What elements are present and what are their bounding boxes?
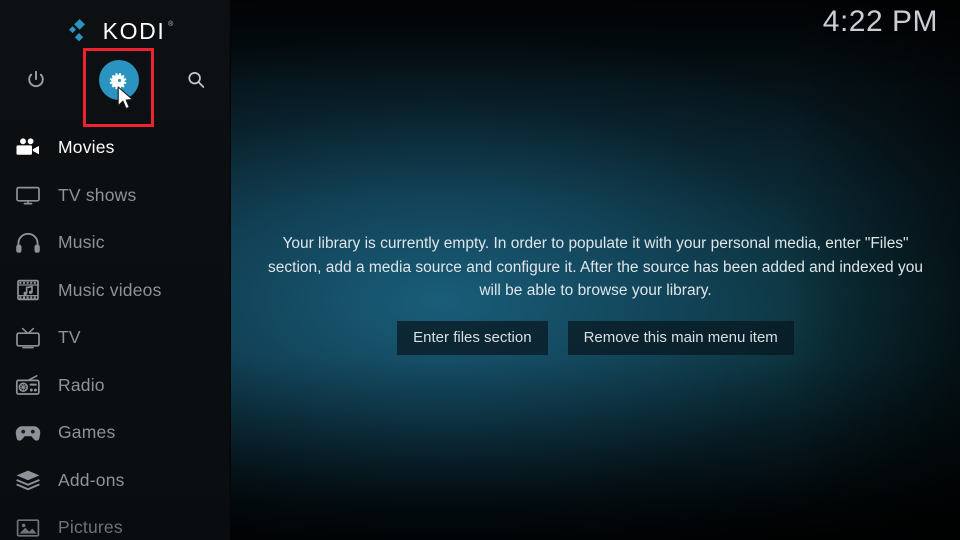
gamepad-icon: [8, 418, 48, 448]
enter-files-section-button[interactable]: Enter files section: [397, 320, 548, 355]
remove-main-menu-item-button[interactable]: Remove this main menu item: [567, 320, 794, 355]
empty-library-message: Your library is currently empty. In orde…: [268, 235, 923, 299]
film-music-icon: [8, 275, 48, 305]
empty-library-actions: Enter files section Remove this main men…: [397, 320, 794, 355]
search-button[interactable]: [172, 56, 220, 104]
sidebar-item-games[interactable]: Games: [0, 409, 231, 457]
kodi-home-screen: KODI ® Movies TV shows Music Music video…: [0, 0, 960, 540]
sidebar-item-label: Music videos: [58, 279, 162, 300]
sidebar-item-tv-shows[interactable]: TV shows: [0, 172, 231, 220]
sidebar-item-movies[interactable]: Movies: [0, 124, 231, 172]
crt-tv-icon: [8, 323, 48, 353]
mouse-cursor: [117, 86, 137, 112]
clock: 4:22 PM: [822, 5, 938, 38]
sidebar-item-music[interactable]: Music: [0, 219, 231, 267]
kodi-logo-icon: [66, 17, 94, 45]
kodi-wordmark-text: KODI: [102, 17, 166, 44]
addon-box-icon: [8, 465, 48, 495]
power-icon: [28, 70, 44, 88]
sidebar-item-label: Games: [58, 422, 116, 442]
search-icon: [188, 71, 205, 88]
headphones-icon: [8, 228, 48, 258]
kodi-wordmark: KODI ®: [102, 17, 174, 44]
sidebar-item-label: Radio: [58, 374, 105, 395]
kodi-logo: KODI ®: [0, 14, 231, 48]
sidebar-item-pictures[interactable]: Pictures: [0, 504, 231, 540]
sidebar-item-label: TV shows: [58, 184, 137, 205]
sidebar-item-label: TV: [58, 327, 81, 347]
television-icon: [8, 180, 48, 210]
sidebar-item-tv[interactable]: TV: [0, 314, 231, 362]
sidebar-item-add-ons[interactable]: Add-ons: [0, 457, 231, 505]
power-button[interactable]: [12, 56, 60, 104]
content-area: 4:22 PM Your library is currently empty.…: [231, 0, 960, 540]
empty-library-panel: Your library is currently empty. In orde…: [231, 232, 960, 355]
kodi-trademark: ®: [168, 20, 174, 28]
movie-camera-icon: [8, 133, 48, 163]
sidebar-item-label: Music: [58, 232, 105, 252]
picture-icon: [8, 513, 48, 540]
sidebar-item-label: Pictures: [58, 517, 123, 537]
sidebar-item-music-videos[interactable]: Music videos: [0, 267, 231, 315]
sidebar-item-label: Movies: [58, 137, 115, 157]
radio-icon: [8, 370, 48, 400]
sidebar: KODI ® Movies TV shows Music Music video…: [0, 0, 231, 540]
sidebar-item-label: Add-ons: [58, 469, 125, 490]
sidebar-item-radio[interactable]: Radio: [0, 362, 231, 410]
main-menu: Movies TV shows Music Music videos TV Ra…: [0, 124, 231, 540]
